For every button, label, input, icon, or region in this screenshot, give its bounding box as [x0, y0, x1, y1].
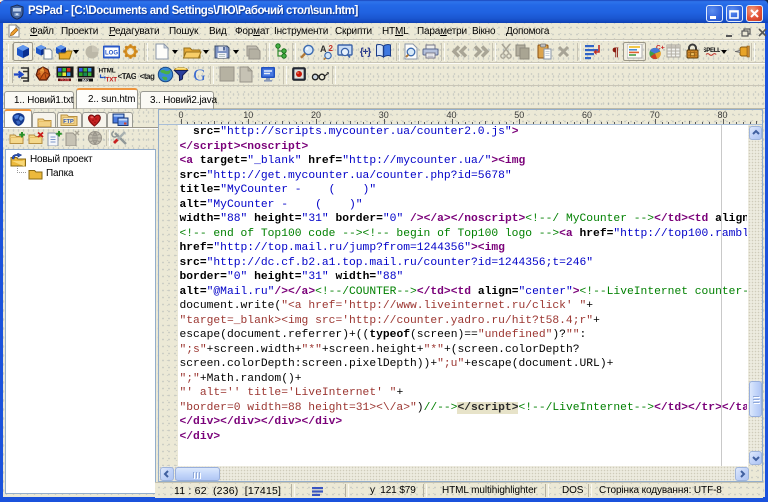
svg-text:¶: ¶ — [612, 44, 619, 59]
svg-text:{+}: {+} — [360, 47, 372, 58]
svg-text:HTML: HTML — [99, 68, 116, 75]
svg-text:<TAG: <TAG — [118, 72, 136, 81]
svg-text:TXT: TXT — [106, 77, 118, 84]
svg-text:SPELL: SPELL — [704, 47, 720, 54]
svg-text:RGB: RGB — [60, 77, 69, 82]
svg-text:<tag: <tag — [140, 72, 155, 81]
svg-text:G: G — [193, 66, 205, 85]
svg-text:IMG: IMG — [82, 77, 90, 82]
svg-text:2: 2 — [329, 44, 334, 53]
svg-text:LOG: LOG — [105, 51, 118, 57]
svg-text:FTP: FTP — [63, 119, 74, 125]
